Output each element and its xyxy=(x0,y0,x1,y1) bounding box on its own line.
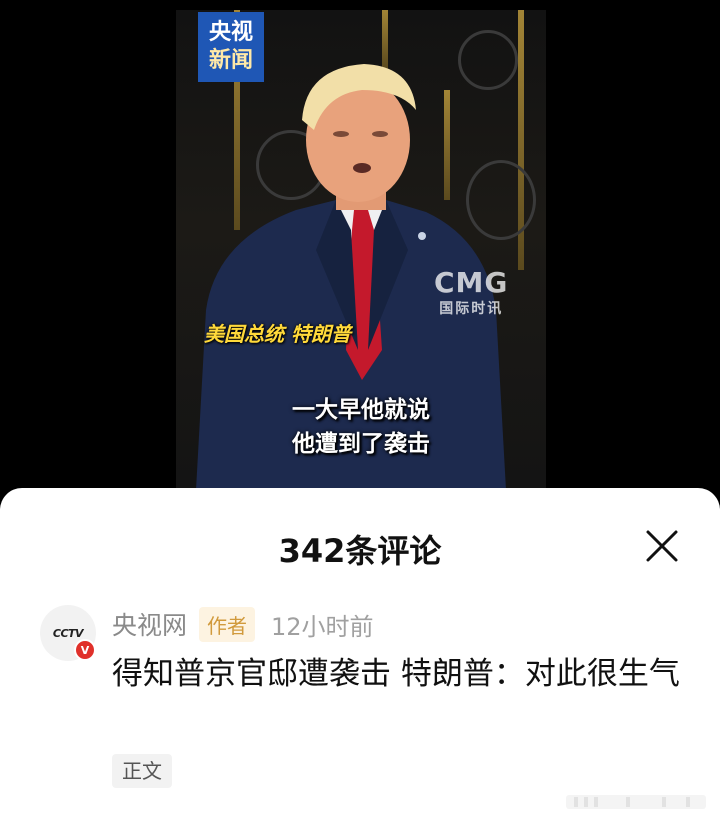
faint-watermark-icon xyxy=(566,795,706,809)
avatar-logo-text: CCTV xyxy=(52,626,84,640)
comments-sheet: 342条评论 CCTV V 央视网 作者 12小时前 得知普京官邸遭袭击 特朗普… xyxy=(0,488,720,827)
speaker-caption: 美国总统 特朗普 xyxy=(204,322,351,346)
body-tag[interactable]: 正文 xyxy=(112,754,172,788)
subtitle-line2: 他遭到了袭击 xyxy=(292,431,430,457)
author-name[interactable]: 央视网 xyxy=(112,606,187,642)
author-badge: 作者 xyxy=(199,606,256,642)
close-button[interactable] xyxy=(640,524,684,568)
cmg-watermark: CMG 国际时讯 xyxy=(434,268,508,318)
close-icon xyxy=(646,530,678,562)
comment-text[interactable]: 得知普京官邸遭袭击 特朗普：对此很生气 xyxy=(112,648,682,701)
logo-line2: 新闻 xyxy=(208,48,253,73)
comments-title: 342条评论 xyxy=(278,532,442,570)
verified-badge-icon: V xyxy=(74,639,96,661)
logo-line1: 央视 xyxy=(208,20,253,45)
cmg-watermark-small: 国际时讯 xyxy=(439,301,504,317)
comment-meta: 央视网 作者 12小时前 xyxy=(112,606,374,642)
video-player[interactable]: 央视 新闻 CMG 国际时讯 美国总统 特朗普 一大早他就说 他遭到了袭击 xyxy=(0,0,720,500)
cmg-watermark-big: CMG xyxy=(434,266,509,299)
video-frame[interactable]: 央视 新闻 CMG 国际时讯 美国总统 特朗普 一大早他就说 他遭到了袭击 xyxy=(176,10,546,488)
comment-time: 12小时前 xyxy=(271,612,374,641)
subtitle-line1: 一大早他就说 xyxy=(292,397,430,423)
cctv-news-logo: 央视 新闻 xyxy=(198,12,264,82)
